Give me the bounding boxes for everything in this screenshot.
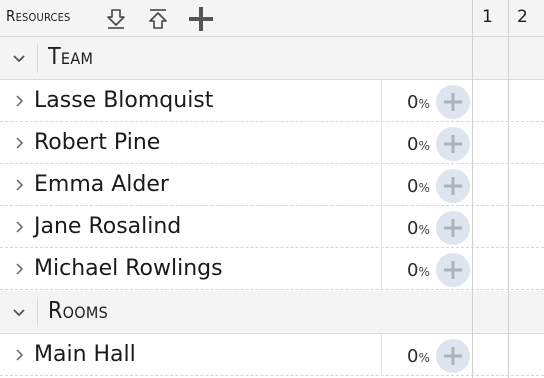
- allocation-percent: 0%: [407, 134, 430, 155]
- column-divider: [381, 122, 382, 164]
- column-divider: [381, 248, 382, 290]
- add-allocation-button[interactable]: [436, 211, 470, 245]
- column-divider: [381, 164, 382, 206]
- add-allocation-button[interactable]: [436, 169, 470, 203]
- add-allocation-button[interactable]: [436, 253, 470, 287]
- resource-row[interactable]: Robert Pine 0%: [0, 122, 544, 164]
- resource-panel: Resources 1 2 Team Lasse Blomquist 0% Ro…: [0, 0, 544, 378]
- resource-name: Jane Rosalind: [34, 214, 182, 239]
- day-column-2: 2: [517, 7, 528, 27]
- resource-name: Robert Pine: [34, 130, 161, 155]
- add-icon[interactable]: [188, 6, 214, 32]
- chevron-down-icon[interactable]: [12, 52, 26, 66]
- add-allocation-button[interactable]: [436, 85, 470, 119]
- chevron-right-icon[interactable]: [12, 136, 26, 150]
- resource-row[interactable]: Lasse Blomquist 0%: [0, 80, 544, 122]
- resources-header: Resources 1 2: [0, 0, 544, 37]
- add-allocation-button[interactable]: [436, 339, 470, 373]
- chevron-right-icon[interactable]: [12, 262, 26, 276]
- resource-name: Michael Rowlings: [34, 256, 223, 281]
- resource-name: Lasse Blomquist: [34, 88, 214, 113]
- group-divider: [37, 297, 38, 327]
- allocation-percent: 0%: [407, 346, 430, 367]
- chevron-down-icon[interactable]: [12, 306, 26, 320]
- column-divider: [381, 206, 382, 248]
- add-allocation-button[interactable]: [436, 127, 470, 161]
- resource-row[interactable]: Emma Alder 0%: [0, 164, 544, 206]
- chevron-right-icon[interactable]: [12, 220, 26, 234]
- expand-all-icon[interactable]: [103, 6, 129, 32]
- resources-title: Resources: [6, 7, 71, 25]
- day-column-1: 1: [482, 7, 493, 27]
- allocation-percent: 0%: [407, 260, 430, 281]
- chevron-right-icon[interactable]: [12, 178, 26, 192]
- group-divider: [37, 43, 38, 73]
- allocation-percent: 0%: [407, 92, 430, 113]
- column-divider: [381, 80, 382, 122]
- group-label: Rooms: [48, 298, 109, 324]
- chevron-right-icon[interactable]: [12, 348, 26, 362]
- collapse-all-icon[interactable]: [145, 6, 171, 32]
- resource-row[interactable]: Main Hall 0%: [0, 334, 544, 376]
- timeline-divider: [472, 0, 473, 378]
- group-row-team[interactable]: Team: [0, 37, 544, 80]
- resource-row[interactable]: Michael Rowlings 0%: [0, 248, 544, 290]
- timeline-divider: [508, 0, 509, 378]
- allocation-percent: 0%: [407, 176, 430, 197]
- resource-name: Emma Alder: [34, 172, 169, 197]
- allocation-percent: 0%: [407, 218, 430, 239]
- resource-name: Main Hall: [34, 342, 136, 367]
- resource-row[interactable]: Jane Rosalind 0%: [0, 206, 544, 248]
- chevron-right-icon[interactable]: [12, 94, 26, 108]
- column-divider: [381, 334, 382, 376]
- group-label: Team: [48, 44, 94, 70]
- group-row-rooms[interactable]: Rooms: [0, 291, 544, 334]
